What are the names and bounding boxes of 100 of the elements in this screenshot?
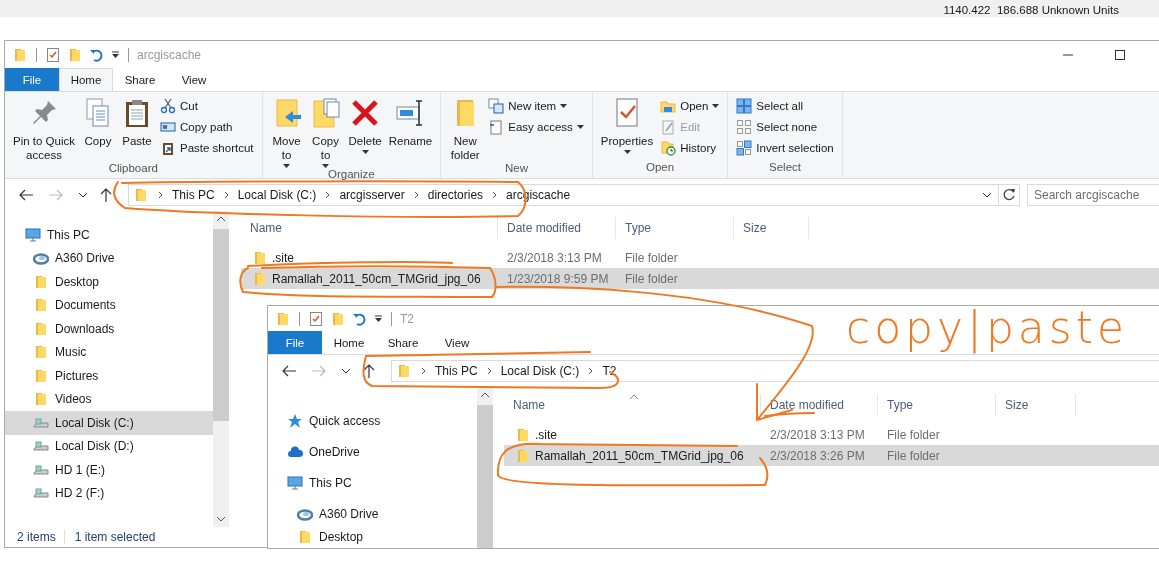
chevron-icon	[222, 191, 230, 199]
ribbon-button[interactable]: Rename	[385, 95, 436, 168]
folder-icon	[660, 98, 677, 114]
folder-icon	[33, 367, 49, 384]
nav-item[interactable]: Music	[5, 340, 213, 364]
ribbon-button[interactable]: History	[657, 138, 723, 158]
back-button[interactable]	[281, 363, 297, 379]
scroll-up-icon[interactable]	[480, 392, 490, 398]
file-name: Ramallah_2011_50cm_TMGrid_jpg_06	[272, 271, 481, 286]
nav-item[interactable]: This PC	[5, 223, 213, 247]
breadcrumb[interactable]: arcgisserver	[339, 188, 405, 202]
ribbon-button[interactable]: Open	[657, 96, 723, 116]
nav-item[interactable]: Quick access	[268, 409, 477, 432]
ribbon-tab[interactable]: Home	[59, 68, 113, 91]
file-name: .site	[272, 250, 294, 265]
nav-item[interactable]: Videos	[5, 387, 213, 411]
column-header[interactable]: Date modified	[761, 394, 878, 416]
file-row[interactable]: .site 2/3/2018 3:13 PM File folder	[241, 247, 1159, 268]
column-header[interactable]: Size	[996, 394, 1076, 416]
search-field[interactable]: Search arcgiscache	[1027, 184, 1159, 206]
scroll-down-icon[interactable]	[216, 516, 226, 522]
column-header[interactable]: Type	[616, 217, 734, 239]
ribbon-tab[interactable]: View	[167, 68, 221, 91]
ribbon-button[interactable]: New folder	[446, 95, 485, 162]
ribbon-button[interactable]: Paste shortcut	[157, 138, 257, 158]
ribbon-button[interactable]: Easy access	[485, 117, 587, 137]
ribbon-button[interactable]: Cut	[157, 96, 257, 116]
window-title: arcgiscache	[137, 47, 202, 62]
folder-icon	[33, 344, 49, 361]
computer-icon	[287, 474, 303, 491]
nav-item[interactable]: A360 Drive	[5, 246, 213, 270]
cell-text: 2/3/2018 3:13 PM	[507, 250, 602, 265]
dropdown-icon[interactable]	[111, 50, 120, 59]
breadcrumb[interactable]: Local Disk (C:)	[237, 188, 317, 202]
cell-text: File folder	[887, 427, 940, 442]
folder-icon	[297, 528, 313, 545]
caret-icon	[712, 104, 720, 108]
folder-icon	[515, 426, 531, 443]
ribbon-button[interactable]: Invert selection	[733, 138, 837, 158]
nav-item[interactable]: HD 2 (F:)	[5, 481, 213, 505]
file-tab[interactable]: File	[268, 331, 322, 354]
breadcrumb[interactable]: This PC	[435, 364, 478, 378]
ribbon-button[interactable]: Paste	[118, 95, 156, 162]
breadcrumb[interactable]: Local Disk (C:)	[500, 364, 580, 378]
file-tab[interactable]: File	[5, 68, 59, 91]
ribbon-button[interactable]: Delete	[345, 95, 385, 168]
ribbon-button[interactable]: Move to	[267, 95, 306, 168]
checklist-icon[interactable]	[308, 310, 324, 327]
dropdown-icon[interactable]	[982, 191, 992, 199]
file-row[interactable]: .site 2/3/2018 3:13 PM File folder	[504, 424, 1159, 445]
nav-item[interactable]: This PC	[268, 471, 477, 494]
folder-icon	[252, 249, 268, 266]
breadcrumb[interactable]: This PC	[172, 188, 215, 202]
ribbon-tab[interactable]: Share	[376, 331, 430, 354]
new-item-icon	[488, 98, 505, 114]
scissors-icon	[160, 98, 176, 114]
back-button[interactable]	[18, 187, 34, 203]
ribbon-tab[interactable]: View	[430, 331, 484, 354]
breadcrumb[interactable]: directories	[427, 188, 484, 202]
scroll-up-icon[interactable]	[216, 216, 226, 222]
column-header[interactable]: Type	[878, 394, 996, 416]
handwritten-note: copy|paste	[846, 302, 1129, 354]
nav-item[interactable]: Desktop	[5, 270, 213, 294]
column-header[interactable]: Date modified	[498, 217, 616, 239]
checklist-icon[interactable]	[45, 46, 61, 63]
ribbon-button[interactable]: Copy to	[306, 95, 345, 168]
ribbon-button[interactable]: Properties	[597, 95, 657, 161]
nav-item[interactable]: Downloads	[5, 317, 213, 341]
ribbon-button[interactable]: New item	[485, 96, 587, 116]
nav-item[interactable]: HD 1 (E:)	[5, 458, 213, 482]
refresh-button[interactable]	[998, 184, 1020, 206]
nav-item[interactable]: Local Disk (C:)	[5, 411, 213, 435]
chevron-icon	[157, 191, 164, 199]
nav-item[interactable]: Desktop	[268, 525, 477, 548]
caret-icon	[623, 150, 631, 154]
ribbon-button[interactable]: Select all	[733, 96, 837, 116]
file-row[interactable]: Ramallah_2011_50cm_TMGrid_jpg_06 1/23/2018 9:59 PM File folder	[241, 268, 1159, 289]
column-header[interactable]: Name	[241, 217, 498, 239]
nav-item[interactable]: A360 Drive	[268, 502, 477, 525]
nav-item[interactable]: OneDrive	[268, 440, 477, 463]
file-row[interactable]: Ramallah_2011_50cm_TMGrid_jpg_06 2/3/2018 3:26 PM File folder	[504, 445, 1159, 466]
nav-item[interactable]: Local Disk (D:)	[5, 434, 213, 458]
column-header[interactable]: Size	[734, 217, 809, 239]
ribbon-tab[interactable]: Share	[113, 68, 167, 91]
swirl-icon	[33, 250, 49, 267]
nav-item[interactable]: Pictures	[5, 364, 213, 388]
invert-selection-icon	[736, 140, 753, 156]
up-button[interactable]	[98, 187, 114, 203]
status-text: 2 items	[17, 530, 57, 544]
ribbon-tab[interactable]: Home	[322, 331, 376, 354]
ribbon-button[interactable]: Copy	[79, 95, 117, 162]
ribbon-button[interactable]: Select none	[733, 117, 837, 137]
scrollbar-thumb[interactable]	[213, 229, 229, 421]
caret-icon	[361, 150, 369, 154]
column-header[interactable]: Name	[504, 394, 761, 416]
ribbon-button[interactable]: Copy path	[157, 117, 257, 137]
dropdown-icon[interactable]	[374, 314, 383, 323]
scrollbar[interactable]	[213, 211, 229, 527]
ribbon-button[interactable]: Pin to Quick access	[10, 95, 78, 162]
nav-item[interactable]: Documents	[5, 293, 213, 317]
